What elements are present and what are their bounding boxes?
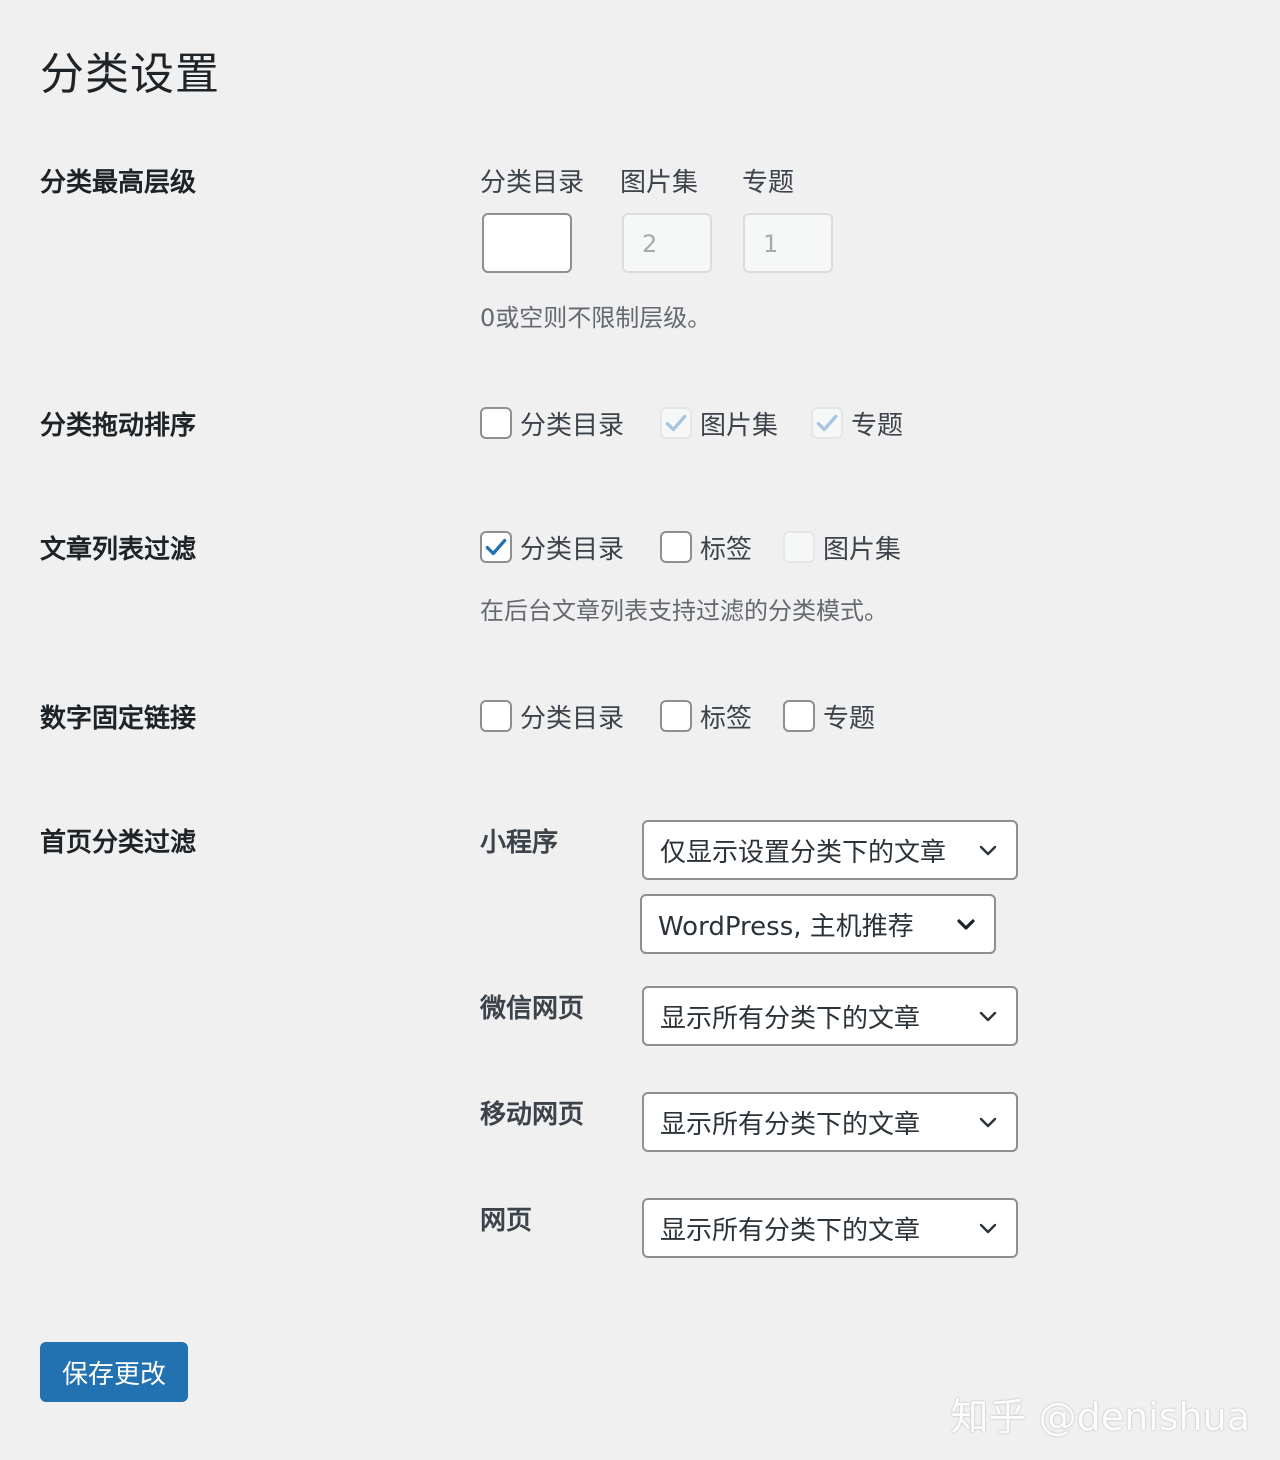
drag-sort-category-checkbox[interactable]	[480, 407, 512, 439]
numeric-permalink-tag-checkbox[interactable]	[660, 700, 692, 732]
max-level-description: 0或空则不限制层级。	[480, 304, 712, 332]
max-level-gallery-input: 2	[622, 213, 712, 273]
numeric-permalink-category-option[interactable]: 分类目录	[480, 696, 624, 736]
chevron-down-icon	[979, 845, 997, 856]
list-filter-gallery-option: 图片集	[783, 527, 901, 567]
watermark: 知乎 @denishua	[950, 1395, 1250, 1439]
list-filter-category-label: 分类目录	[520, 534, 625, 565]
drag-sort-topic-option: 专题	[811, 403, 903, 443]
page-title: 分类设置	[40, 49, 220, 100]
chevron-down-icon	[979, 1117, 997, 1128]
save-changes-button[interactable]: 保存更改	[40, 1342, 188, 1402]
max-level-col-topic-heading: 专题	[742, 168, 795, 198]
numeric-permalink-label: 数字固定链接	[40, 704, 197, 734]
check-icon	[665, 414, 687, 432]
chevron-down-icon	[957, 919, 975, 930]
home-filter-miniprogram-categories-value: WordPress, 主机推荐	[658, 911, 914, 942]
home-filter-mobile-select[interactable]: 显示所有分类下的文章	[642, 1092, 1018, 1152]
list-filter-tag-label: 标签	[700, 534, 753, 565]
numeric-permalink-topic-checkbox[interactable]	[783, 700, 815, 732]
list-filter-gallery-label: 图片集	[823, 534, 902, 565]
list-filter-label: 文章列表过滤	[40, 535, 197, 565]
numeric-permalink-topic-option[interactable]: 专题	[783, 696, 875, 736]
home-filter-web-select-value: 显示所有分类下的文章	[660, 1215, 921, 1246]
list-filter-tag-option[interactable]: 标签	[660, 527, 752, 567]
max-level-topic-input: 1	[743, 213, 833, 273]
home-filter-label: 首页分类过滤	[40, 828, 197, 858]
numeric-permalink-topic-label: 专题	[823, 703, 876, 734]
home-filter-mobile-label: 移动网页	[480, 1100, 585, 1130]
numeric-permalink-category-checkbox[interactable]	[480, 700, 512, 732]
check-icon	[816, 414, 838, 432]
list-filter-category-option[interactable]: 分类目录	[480, 527, 624, 567]
drag-sort-gallery-checkbox	[660, 407, 692, 439]
max-level-category-input[interactable]	[482, 213, 572, 273]
list-filter-tag-checkbox[interactable]	[660, 531, 692, 563]
drag-sort-gallery-label: 图片集	[700, 410, 779, 441]
max-level-col-category-heading: 分类目录	[480, 168, 585, 198]
numeric-permalink-tag-option[interactable]: 标签	[660, 696, 752, 736]
drag-sort-gallery-option: 图片集	[660, 403, 778, 443]
drag-sort-category-label: 分类目录	[520, 410, 625, 441]
home-filter-web-label: 网页	[480, 1206, 533, 1236]
list-filter-gallery-checkbox	[783, 531, 815, 563]
home-filter-wechat-select[interactable]: 显示所有分类下的文章	[642, 986, 1018, 1046]
home-filter-wechat-label: 微信网页	[480, 994, 585, 1024]
home-filter-wechat-select-value: 显示所有分类下的文章	[660, 1003, 921, 1034]
drag-sort-topic-label: 专题	[851, 410, 904, 441]
home-filter-miniprogram-select[interactable]: 仅显示设置分类下的文章	[642, 820, 1018, 880]
home-filter-miniprogram-label: 小程序	[480, 828, 559, 858]
list-filter-category-checkbox[interactable]	[480, 531, 512, 563]
drag-sort-topic-checkbox	[811, 407, 843, 439]
list-filter-description: 在后台文章列表支持过滤的分类模式。	[480, 597, 888, 625]
home-filter-miniprogram-categories-select[interactable]: WordPress, 主机推荐	[640, 894, 996, 954]
numeric-permalink-category-label: 分类目录	[520, 703, 625, 734]
max-level-col-gallery-heading: 图片集	[620, 168, 699, 198]
chevron-down-icon	[979, 1223, 997, 1234]
drag-sort-label: 分类拖动排序	[40, 411, 197, 441]
home-filter-mobile-select-value: 显示所有分类下的文章	[660, 1109, 921, 1140]
numeric-permalink-tag-label: 标签	[700, 703, 753, 734]
check-icon	[485, 538, 507, 556]
chevron-down-icon	[979, 1011, 997, 1022]
home-filter-web-select[interactable]: 显示所有分类下的文章	[642, 1198, 1018, 1258]
home-filter-miniprogram-select-value: 仅显示设置分类下的文章	[660, 837, 947, 868]
drag-sort-category-option[interactable]: 分类目录	[480, 403, 624, 443]
max-level-label: 分类最高层级	[40, 168, 197, 198]
